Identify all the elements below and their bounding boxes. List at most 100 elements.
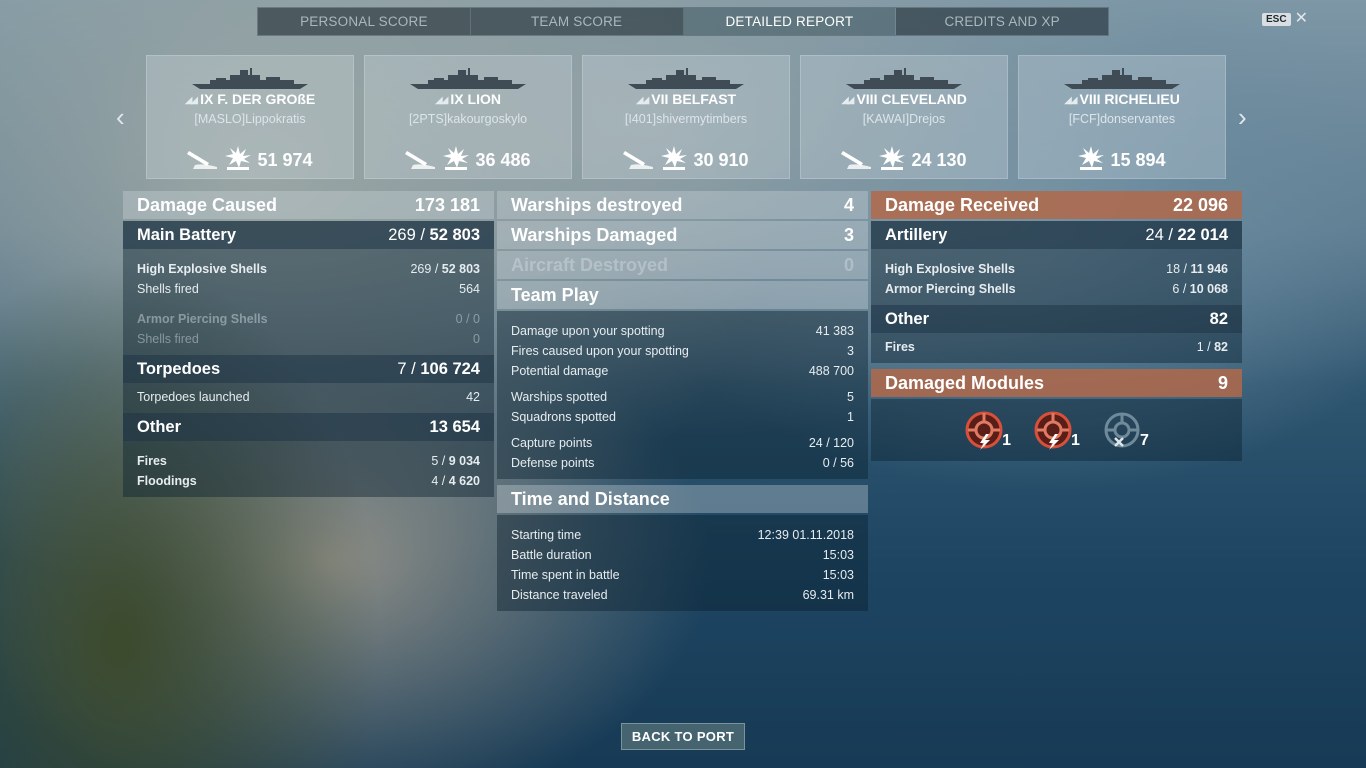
damage-caused-value: 173 181	[414, 194, 480, 215]
report-tabs: PERSONAL SCORE TEAM SCORE DETAILED REPOR…	[257, 7, 1109, 36]
artillery-rows: High Explosive Shells 18 / 11 946 Armor …	[871, 249, 1242, 305]
main-battery-rows: High Explosive Shells 269 / 52 803 Shell…	[123, 249, 494, 355]
close-icon[interactable]: ✕	[1295, 11, 1308, 27]
torpedoes-launched-row: Torpedoes launched 42	[137, 390, 480, 404]
he-shells-row: High Explosive Shells 269 / 52 803	[137, 262, 480, 276]
fires-row: Fires 5 / 9 034	[137, 454, 480, 468]
ship-name: ◢◢ IX F. DER GROßE	[184, 91, 316, 107]
module-damaged-icon	[965, 411, 1003, 450]
ship-card[interactable]: ◢◢ VII BELFAST [I401]shivermytimbers 30 910	[582, 55, 790, 179]
back-to-port-button[interactable]: BACK TO PORT	[621, 723, 745, 750]
torpedoes-header: Torpedoes 7 / 106 724	[123, 355, 494, 383]
other-damage-header: Other 13 654	[123, 413, 494, 441]
damage-caused-header: Damage Caused 173 181	[123, 191, 494, 219]
score-value: 51 974	[257, 150, 313, 170]
torpedo-hit-icon	[405, 147, 437, 174]
player-name: [KAWAI]Drejos	[862, 112, 946, 126]
other-damage-rows: Fires 5 / 9 034 Floodings 4 / 4 620	[123, 441, 494, 497]
main-battery-label: Main Battery	[137, 225, 237, 244]
time-row: Time spent in battle 15:03	[511, 568, 854, 582]
module-damaged-icon	[1034, 411, 1072, 450]
received-other-rows: Fires 1 / 82	[871, 333, 1242, 363]
team-play-row: Defense points 0 / 56	[511, 456, 854, 470]
main-battery-header: Main Battery 269 / 52 803	[123, 221, 494, 249]
ship-card[interactable]: ◢◢ VIII CLEVELAND [KAWAI]Drejos 24 130	[800, 55, 1008, 179]
team-play-row: Damage upon your spotting 41 383	[511, 324, 854, 338]
next-arrow-icon[interactable]: ›	[1238, 104, 1247, 130]
team-play-row: Fires caused upon your spotting 3	[511, 344, 854, 358]
ship-card[interactable]: ◢◢ IX LION [2PTS]kakourgoskylo 36 486	[364, 55, 572, 179]
ship-class-icon: ◢◢	[435, 95, 448, 106]
time-row: Starting time 12:39 01.11.2018	[511, 528, 854, 542]
team-play-header: Team Play	[497, 281, 868, 309]
time-distance-rows: Starting time 12:39 01.11.2018 Battle dur…	[497, 515, 868, 611]
team-play-rows: Damage upon your spotting 41 383 Fires ca…	[497, 311, 868, 479]
ship-class-icon: ◢◢	[841, 95, 854, 106]
torpedo-hit-icon	[187, 147, 219, 174]
he-shells-fired-row: Shells fired 564	[137, 282, 480, 296]
tab-personal-score[interactable]: PERSONAL SCORE	[258, 8, 471, 35]
damage-caused-label: Damage Caused	[137, 194, 278, 215]
team-play-row: Capture points 24 / 120	[511, 436, 854, 450]
warships-damaged-header: Warships Damaged 3	[497, 221, 868, 249]
ap-shells-row: Armor Piercing Shells 0 / 0	[137, 312, 480, 326]
received-ap-row: Armor Piercing Shells 6 / 10 068	[885, 282, 1228, 296]
explosion-icon	[879, 146, 906, 175]
ap-shells-fired-row: Shells fired 0	[137, 332, 480, 346]
torpedoes-rows: Torpedoes launched 42	[123, 383, 494, 413]
ship-score: 24 130	[801, 146, 1007, 175]
esc-key-badge: ESC	[1262, 12, 1291, 26]
warships-panel: Warships destroyed 4 Warships Damaged 3 Ai…	[497, 191, 868, 611]
player-name: [FCF]donservantes	[1068, 112, 1176, 126]
damaged-modules-header: Damaged Modules 9	[871, 369, 1242, 397]
artillery-header: Artillery 24 / 22 014	[871, 221, 1242, 249]
team-play-row: Squadrons spotted 1	[511, 410, 854, 424]
time-distance-header: Time and Distance	[497, 485, 868, 513]
module-destroyed-icon	[1104, 412, 1140, 448]
score-value: 24 130	[911, 150, 967, 170]
score-value: 15 894	[1110, 150, 1166, 170]
ship-class-icon: ◢◢	[1064, 95, 1077, 106]
tab-credits-xp[interactable]: CREDITS AND XP	[896, 8, 1108, 35]
ship-card[interactable]: ◢◢ IX F. DER GROßE [MASLO]Lippokratis 51 97…	[146, 55, 354, 179]
module-item: 1	[1033, 410, 1080, 450]
player-name: [MASLO]Lippokratis	[194, 112, 306, 126]
ship-name: ◢◢ IX LION	[435, 91, 501, 107]
torpedo-hit-icon	[841, 147, 873, 174]
damage-caused-panel: Damage Caused 173 181 Main Battery 269 /…	[123, 191, 494, 497]
player-name: [2PTS]kakourgoskylo	[408, 112, 528, 126]
floodings-row: Floodings 4 / 4 620	[137, 474, 480, 488]
ship-name: ◢◢ VII BELFAST	[635, 91, 737, 107]
aircraft-destroyed-header: Aircraft Destroyed 0	[497, 251, 868, 279]
damaged-modules-list: 1 1 7	[871, 399, 1242, 461]
tab-team-score[interactable]: TEAM SCORE	[471, 8, 684, 35]
time-row: Distance traveled 69.31 km	[511, 588, 854, 602]
score-value: 36 486	[475, 150, 531, 170]
main-battery-value: 269 / 52 803	[388, 225, 480, 244]
damage-received-panel: Damage Received 22 096 Artillery 24 / 22 …	[871, 191, 1242, 461]
ship-class-icon: ◢◢	[184, 95, 198, 106]
time-row: Battle duration 15:03	[511, 548, 854, 562]
team-play-row: Potential damage 488 700	[511, 364, 854, 378]
ship-score: 15 894	[1019, 146, 1225, 175]
explosion-icon	[443, 146, 470, 175]
prev-arrow-icon[interactable]: ‹	[116, 104, 125, 130]
explosion-icon	[1078, 146, 1105, 175]
tab-detailed-report[interactable]: DETAILED REPORT	[683, 8, 897, 35]
ship-name: ◢◢ VIII RICHELIEU	[1064, 91, 1180, 107]
warships-destroyed-header: Warships destroyed 4	[497, 191, 868, 219]
module-item: 7	[1102, 410, 1149, 450]
torpedo-hit-icon	[623, 147, 655, 174]
ship-score: 30 910	[583, 146, 789, 175]
ship-card[interactable]: ◢◢ VIII RICHELIEU [FCF]donservantes 15 894	[1018, 55, 1226, 179]
team-play-row: Warships spotted 5	[511, 390, 854, 404]
received-he-row: High Explosive Shells 18 / 11 946	[885, 262, 1228, 276]
esc-close[interactable]: ESC ✕	[1262, 11, 1308, 27]
score-value: 30 910	[693, 150, 749, 170]
module-item: 1	[964, 410, 1011, 450]
ship-score: 36 486	[365, 146, 571, 175]
ship-class-icon: ◢◢	[635, 95, 649, 106]
ship-score: 51 974	[147, 146, 353, 175]
received-fires-row: Fires 1 / 82	[885, 340, 1228, 354]
explosion-icon	[661, 146, 688, 175]
